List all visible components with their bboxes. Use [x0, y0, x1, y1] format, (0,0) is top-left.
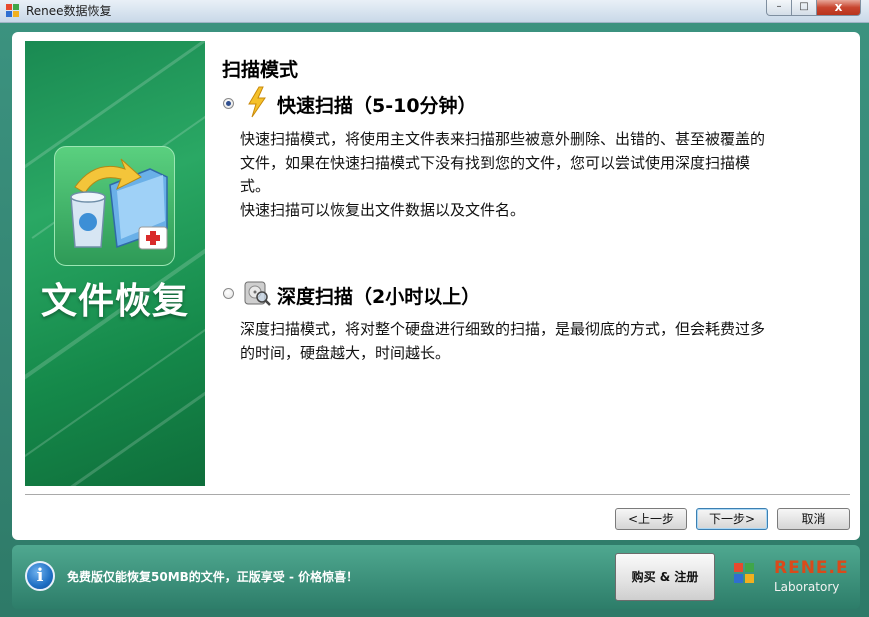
window-controls: – □ x — [766, 0, 861, 16]
hard-disk-magnifier-icon — [244, 281, 271, 306]
description-line: 快速扫描可以恢复出文件数据以及文件名。 — [240, 200, 526, 219]
banner-title: 文件恢复 — [40, 281, 189, 322]
app-logo-icon — [6, 4, 19, 17]
brand-name: RENE.E — [774, 558, 849, 578]
description-line: 快速扫描模式，将使用主文件表来扫描那些被意外删除、出错的、甚至被覆盖的 — [240, 130, 766, 148]
description-line: 的时间，硬盘越大，时间越长。 — [240, 343, 451, 362]
previous-button[interactable]: <上一步 — [615, 508, 687, 530]
lightning-icon — [248, 86, 266, 118]
deep-scan-title[interactable]: 深度扫描（2小时以上） — [277, 282, 480, 309]
brand-subtitle: Laboratory — [774, 580, 840, 594]
info-icon: i — [25, 561, 55, 591]
maximize-button[interactable]: □ — [792, 0, 817, 16]
app-window: Renee数据恢复 – □ x 文件恢复 扫描模式 快速扫描（5-10分钟） 快… — [0, 0, 869, 617]
buy-register-button[interactable]: 购买 & 注册 — [615, 553, 715, 601]
description-line: 深度扫描模式，将对整个硬盘进行细致的扫描，是最彻底的方式，但会耗费过多 — [240, 320, 766, 338]
minimize-button[interactable]: – — [766, 0, 792, 16]
scan-mode-heading: 扫描模式 — [222, 59, 299, 81]
description-line: 文件，如果在快速扫描模式下没有找到您的文件，您可以尝试使用深度扫描模 — [240, 153, 751, 172]
quick-scan-description: 快速扫描模式，将使用主文件表来扫描那些被意外删除、出错的、甚至被覆盖的 文件，如… — [240, 128, 840, 222]
quick-scan-radio[interactable] — [223, 98, 234, 109]
next-button[interactable]: 下一步> — [696, 508, 768, 530]
deep-scan-radio[interactable] — [223, 288, 234, 299]
description-line: 式。 — [240, 177, 271, 195]
deep-scan-description: 深度扫描模式，将对整个硬盘进行细致的扫描，是最彻底的方式，但会耗费过多 的时间，… — [240, 318, 840, 365]
divider — [25, 494, 850, 495]
window-title: Renee数据恢复 — [26, 4, 112, 18]
cancel-button[interactable]: 取消 — [777, 508, 850, 530]
title-bar: Renee数据恢复 – □ x — [0, 0, 869, 23]
recycle-bin-recovery-icon — [54, 146, 175, 266]
close-button[interactable]: x — [817, 0, 861, 16]
quick-scan-title[interactable]: 快速扫描（5-10分钟） — [277, 91, 477, 118]
free-version-notice: 免费版仅能恢复50MB的文件，正版享受 - 价格惊喜！ — [67, 570, 359, 584]
